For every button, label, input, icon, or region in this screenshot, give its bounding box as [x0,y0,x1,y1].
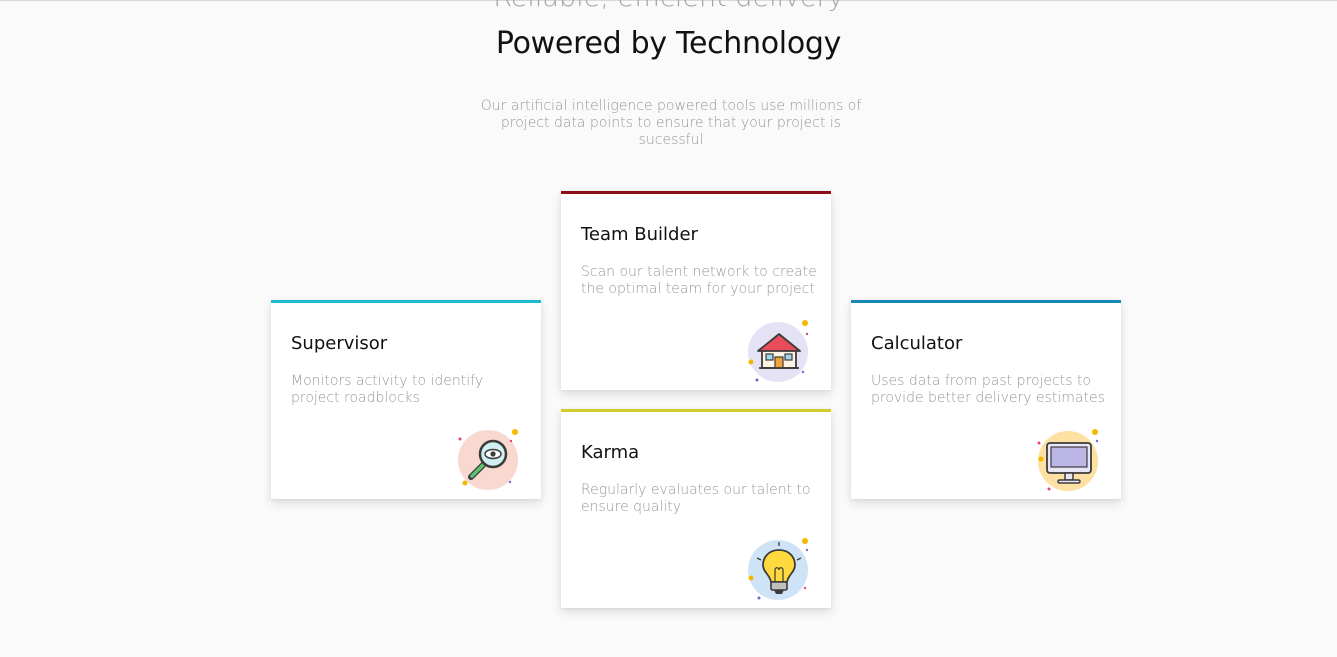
section-headline: Powered by Technology [495,26,842,61]
card-team-builder: Team Builder Scan our talent network to … [561,191,831,390]
card-title: Calculator [871,333,963,354]
card-supervisor: Supervisor Monitors activity to identify… [271,300,541,499]
card-description: Uses data from past projects to provide … [871,373,1105,406]
card-description: Scan our talent network to create the op… [581,264,817,297]
magnifier-eye-icon [457,429,521,493]
card-calculator: Calculator Uses data from past projects … [851,300,1121,499]
lightbulb-icon [747,538,811,602]
house-icon [747,320,811,384]
card-title: Team Builder [581,224,698,245]
section-kicker: Reliable, efficient delivery [0,0,1337,13]
card-title: Supervisor [291,333,388,354]
section-subtitle: Our artificial intelligence powered tool… [480,98,862,148]
technology-section: Reliable, efficient delivery Powered by … [0,0,1337,657]
card-karma: Karma Regularly evaluates our talent to … [561,409,831,608]
card-title: Karma [581,442,640,463]
monitor-icon [1037,429,1101,493]
card-description: Monitors activity to identify project ro… [291,373,484,406]
card-description: Regularly evaluates our talent to ensure… [581,482,811,515]
